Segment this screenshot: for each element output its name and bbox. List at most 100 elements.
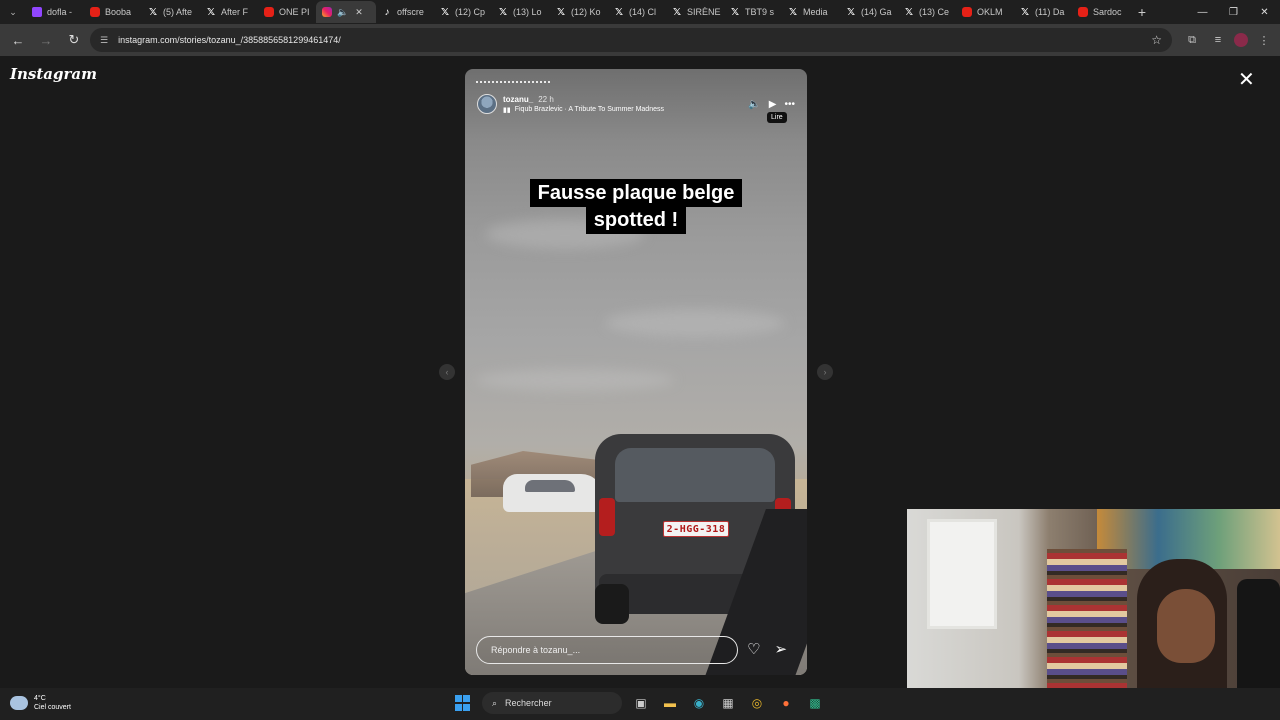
tab-label: (14) Ga: [861, 7, 892, 17]
tab[interactable]: ♪ offscre: [376, 1, 434, 23]
tab[interactable]: 𝕏 (12) Ko: [550, 1, 608, 23]
wheel: [595, 584, 629, 624]
tab-label: Sardoc: [1093, 7, 1122, 17]
weather-condition: Ciel couvert: [34, 704, 71, 711]
close-icon[interactable]: ✕: [1238, 70, 1255, 90]
x-icon: 𝕏: [730, 6, 740, 18]
avatar[interactable]: [477, 94, 497, 114]
address-bar[interactable]: ☰ instagram.com/stories/tozanu_/38588565…: [90, 28, 1172, 52]
minimize-icon[interactable]: —: [1187, 0, 1218, 24]
file-explorer-icon[interactable]: ▬: [660, 693, 680, 713]
tab[interactable]: dofla -: [26, 1, 84, 23]
tabs-list: dofla - Booba 𝕏 (5) Afte 𝕏 After F ONE PI …: [26, 0, 1187, 24]
story-card[interactable]: 2-HGG-318 tozanu_ 22 h ▮▮ Fiqub Brazlevi…: [465, 69, 807, 675]
tab-search-icon[interactable]: ⌄: [0, 0, 26, 24]
music-info[interactable]: ▮▮ Fiqub Brazlevic · A Tribute To Summer…: [503, 106, 664, 114]
reload-icon[interactable]: ↻: [62, 28, 86, 52]
new-tab-button[interactable]: +: [1130, 4, 1154, 20]
media-control-icon[interactable]: ≡: [1208, 30, 1228, 50]
x-icon: 𝕏: [1020, 6, 1030, 18]
tab[interactable]: Sardoc: [1072, 1, 1130, 23]
tab-label: (5) Afte: [163, 7, 193, 17]
tab[interactable]: 𝕏 After F: [200, 1, 258, 23]
tab[interactable]: 𝕏 (14) Cl: [608, 1, 666, 23]
story-controls: 🔈 ▶ •••: [748, 99, 795, 110]
tab-label: (14) Cl: [629, 7, 657, 17]
tab[interactable]: 𝕏 (12) Cp: [434, 1, 492, 23]
firefox-icon[interactable]: ●: [776, 693, 796, 713]
story-progress-bar: [476, 81, 550, 83]
tab-label: (12) Ko: [571, 7, 601, 17]
cloud-icon: [10, 696, 28, 710]
tab[interactable]: 𝕏 (14) Ga: [840, 1, 898, 23]
tab[interactable]: 𝕏 (11) Da: [1014, 1, 1072, 23]
app-icon[interactable]: ▩: [805, 693, 825, 713]
x-icon: 𝕏: [206, 6, 216, 18]
tiktok-icon: ♪: [384, 6, 390, 18]
close-tab-icon[interactable]: ✕: [355, 7, 363, 18]
x-icon: 𝕏: [672, 6, 682, 18]
restore-icon[interactable]: ❐: [1218, 0, 1249, 24]
site-info-icon[interactable]: ☰: [100, 35, 108, 46]
cloud: [605, 309, 785, 337]
story-author: tozanu_ 22 h ▮▮ Fiqub Brazlevic · A Trib…: [503, 95, 664, 114]
chrome-icon[interactable]: ◎: [747, 693, 767, 713]
toolbar-actions: ⧉ ≡ ⋮: [1176, 30, 1274, 50]
story-header: tozanu_ 22 h ▮▮ Fiqub Brazlevic · A Trib…: [477, 91, 795, 117]
taskbar-search[interactable]: ⌕ Rechercher: [482, 692, 622, 714]
tab[interactable]: 𝕏 (13) Lo: [492, 1, 550, 23]
start-icon[interactable]: [453, 693, 473, 713]
edge-icon[interactable]: ◉: [689, 693, 709, 713]
weather-widget[interactable]: 4°C Ciel couvert: [10, 694, 71, 712]
heart-icon[interactable]: ♡: [747, 640, 760, 658]
task-view-icon[interactable]: ▣: [631, 693, 651, 713]
tab[interactable]: Booba: [84, 1, 142, 23]
cloud: [475, 369, 675, 391]
send-icon[interactable]: ➢: [774, 640, 787, 658]
caption-line: Fausse plaque belge: [529, 179, 743, 207]
url-text: instagram.com/stories/tozanu_/3858856581…: [118, 35, 341, 45]
tail-light: [599, 498, 615, 536]
previous-story-icon[interactable]: ‹: [439, 364, 455, 380]
windows-taskbar: 4°C Ciel couvert ⌕ Rechercher ▣ ▬ ◉ ▦ ◎ …: [0, 688, 1280, 720]
tab[interactable]: 𝕏 (5) Afte: [142, 1, 200, 23]
forward-icon[interactable]: →: [34, 28, 58, 52]
bookmark-star-icon[interactable]: ☆: [1151, 33, 1162, 47]
menu-icon[interactable]: ⋮: [1254, 30, 1274, 50]
x-icon: 𝕏: [614, 6, 624, 18]
tab[interactable]: ONE PI: [258, 1, 316, 23]
tab[interactable]: 𝕏 (13) Ce: [898, 1, 956, 23]
play-icon[interactable]: ▶: [769, 99, 777, 110]
store-icon[interactable]: ▦: [718, 693, 738, 713]
extensions-icon[interactable]: ⧉: [1182, 30, 1202, 50]
next-story-icon[interactable]: ›: [817, 364, 833, 380]
taskbar-apps: ⌕ Rechercher ▣ ▬ ◉ ▦ ◎ ● ▩: [453, 692, 825, 714]
tab-strip: ⌄ dofla - Booba 𝕏 (5) Afte 𝕏 After F ONE P…: [0, 0, 1280, 24]
story-time: 22 h: [538, 94, 554, 104]
tab-instagram-active[interactable]: 🔈 ✕: [316, 1, 376, 23]
webcam-face: [1157, 589, 1215, 663]
speaker-icon[interactable]: 🔈: [337, 7, 348, 18]
audio-bars-icon: ▮▮: [503, 106, 511, 114]
story-actions: ♡ ➢: [747, 640, 787, 658]
reply-input[interactable]: Répondre à tozanu_...: [476, 636, 738, 664]
volume-icon[interactable]: 🔈: [748, 99, 760, 110]
profile-avatar[interactable]: [1234, 33, 1248, 47]
tab[interactable]: OKLM: [956, 1, 1014, 23]
back-icon[interactable]: ←: [6, 28, 30, 52]
search-icon: ⌕: [492, 697, 498, 708]
close-window-icon[interactable]: ✕: [1249, 0, 1280, 24]
username[interactable]: tozanu_: [503, 95, 533, 104]
tab-label: (13) Lo: [513, 7, 542, 17]
youtube-icon: [264, 7, 274, 17]
tab[interactable]: 𝕏 Media: [782, 1, 840, 23]
x-icon: 𝕏: [846, 6, 856, 18]
tab[interactable]: 𝕏 TBT9 s: [724, 1, 782, 23]
more-options-icon[interactable]: •••: [784, 99, 795, 110]
tab[interactable]: 𝕏 SIRÈNE: [666, 1, 724, 23]
white-car: [503, 474, 603, 512]
tab-label: ONE PI: [279, 7, 310, 17]
instagram-logo[interactable]: Instagram: [10, 65, 97, 83]
webcam-window-background: [927, 519, 997, 629]
x-icon: 𝕏: [440, 6, 450, 18]
